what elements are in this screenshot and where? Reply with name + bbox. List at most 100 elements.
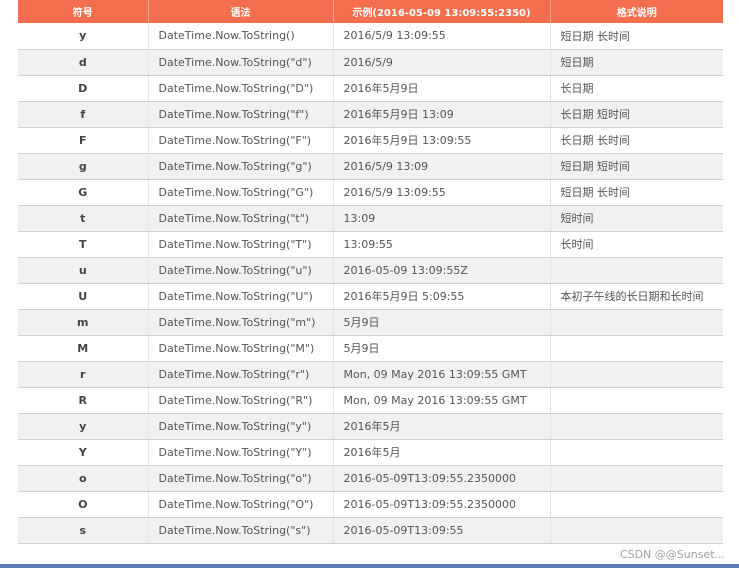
cell-syntax: DateTime.Now.ToString("f") (148, 101, 334, 128)
cell-symbol: U (18, 283, 149, 310)
cell-example: 2016年5月 (333, 439, 551, 466)
table-row: y DateTime.Now.ToString() 2016/5/9 13:09… (18, 23, 723, 50)
table-row: f DateTime.Now.ToString("f") 2016年5月9日 1… (18, 101, 723, 128)
cell-syntax: DateTime.Now.ToString() (148, 23, 334, 50)
cell-symbol: G (18, 179, 149, 206)
cell-example: 2016年5月9日 13:09:55 (333, 127, 551, 154)
cell-format: 短日期 短时间 (550, 153, 723, 180)
header-format: 格式说明 (550, 0, 723, 23)
cell-syntax: DateTime.Now.ToString("y") (148, 413, 334, 440)
table-row: t DateTime.Now.ToString("t") 13:09 短时间 (18, 205, 723, 232)
cell-example: 2016年5月 (333, 413, 551, 440)
cell-format (550, 361, 723, 388)
cell-example: 5月9日 (333, 335, 551, 362)
cell-symbol: d (18, 49, 149, 76)
table-row: U DateTime.Now.ToString("U") 2016年5月9日 5… (18, 283, 723, 310)
cell-example: 2016-05-09T13:09:55.2350000 (333, 465, 551, 492)
table-row: s DateTime.Now.ToString("s") 2016-05-09T… (18, 517, 723, 544)
cell-format (550, 413, 723, 440)
cell-syntax: DateTime.Now.ToString("D") (148, 75, 334, 102)
cell-syntax: DateTime.Now.ToString("R") (148, 387, 334, 414)
table-row: u DateTime.Now.ToString("u") 2016-05-09 … (18, 257, 723, 284)
table-row: G DateTime.Now.ToString("G") 2016/5/9 13… (18, 179, 723, 206)
cell-format: 短时间 (550, 205, 723, 232)
cell-syntax: DateTime.Now.ToString("U") (148, 283, 334, 310)
table-row: Y DateTime.Now.ToString("Y") 2016年5月 (18, 439, 723, 466)
cell-format (550, 491, 723, 518)
cell-format: 长时间 (550, 231, 723, 258)
cell-format: 短日期 (550, 49, 723, 76)
table-row: D DateTime.Now.ToString("D") 2016年5月9日 长… (18, 75, 723, 102)
cell-syntax: DateTime.Now.ToString("o") (148, 465, 334, 492)
cell-format: 长日期 短时间 (550, 101, 723, 128)
cell-syntax: DateTime.Now.ToString("g") (148, 153, 334, 180)
cell-example: 2016/5/9 13:09:55 (333, 179, 551, 206)
cell-symbol: f (18, 101, 149, 128)
cell-syntax: DateTime.Now.ToString("T") (148, 231, 334, 258)
header-example: 示例(2016-05-09 13:09:55:2350) (333, 0, 551, 23)
cell-format (550, 309, 723, 336)
cell-symbol: m (18, 309, 149, 336)
header-syntax: 语法 (148, 0, 334, 23)
cell-format (550, 517, 723, 544)
cell-format (550, 439, 723, 466)
cell-syntax: DateTime.Now.ToString("u") (148, 257, 334, 284)
cell-example: 2016年5月9日 (333, 75, 551, 102)
cell-symbol: O (18, 491, 149, 518)
cell-example: 2016/5/9 13:09:55 (333, 23, 551, 50)
csdn-watermark: CSDN @@Sunset... (619, 548, 725, 561)
cell-format (550, 465, 723, 492)
table-row: M DateTime.Now.ToString("M") 5月9日 (18, 335, 723, 362)
cell-symbol: F (18, 127, 149, 154)
cell-example: 2016-05-09T13:09:55 (333, 517, 551, 544)
table-row: y DateTime.Now.ToString("y") 2016年5月 (18, 413, 723, 440)
cell-symbol: Y (18, 439, 149, 466)
cell-syntax: DateTime.Now.ToString("F") (148, 127, 334, 154)
header-symbol: 符号 (18, 0, 149, 23)
cell-symbol: y (18, 413, 149, 440)
header-row: 符号 语法 示例(2016-05-09 13:09:55:2350) 格式说明 (18, 0, 723, 23)
cell-syntax: DateTime.Now.ToString("t") (148, 205, 334, 232)
cell-symbol: t (18, 205, 149, 232)
table-row: r DateTime.Now.ToString("r") Mon, 09 May… (18, 361, 723, 388)
cell-format (550, 257, 723, 284)
cell-example: 5月9日 (333, 309, 551, 336)
cell-symbol: R (18, 387, 149, 414)
table-header: 符号 语法 示例(2016-05-09 13:09:55:2350) 格式说明 (18, 0, 723, 23)
cell-example: 2016/5/9 (333, 49, 551, 76)
cell-syntax: DateTime.Now.ToString("r") (148, 361, 334, 388)
cell-symbol: D (18, 75, 149, 102)
cell-example: 2016-05-09 13:09:55Z (333, 257, 551, 284)
table-row: O DateTime.Now.ToString("O") 2016-05-09T… (18, 491, 723, 518)
table-row: d DateTime.Now.ToString("d") 2016/5/9 短日… (18, 49, 723, 76)
cell-symbol: u (18, 257, 149, 284)
cell-format: 短日期 长时间 (550, 179, 723, 206)
cell-symbol: s (18, 517, 149, 544)
cell-syntax: DateTime.Now.ToString("s") (148, 517, 334, 544)
cell-format: 长日期 长时间 (550, 127, 723, 154)
cell-symbol: o (18, 465, 149, 492)
cell-symbol: r (18, 361, 149, 388)
cell-format: 本初子午线的长日期和长时间 (550, 283, 723, 310)
cell-format (550, 335, 723, 362)
cell-symbol: T (18, 231, 149, 258)
cell-example: 2016/5/9 13:09 (333, 153, 551, 180)
datetime-format-table: 符号 语法 示例(2016-05-09 13:09:55:2350) 格式说明 … (18, 0, 723, 544)
cell-format (550, 387, 723, 414)
table-row: o DateTime.Now.ToString("o") 2016-05-09T… (18, 465, 723, 492)
cell-format: 长日期 (550, 75, 723, 102)
table-row: F DateTime.Now.ToString("F") 2016年5月9日 1… (18, 127, 723, 154)
cell-example: 2016年5月9日 13:09 (333, 101, 551, 128)
table-row: T DateTime.Now.ToString("T") 13:09:55 长时… (18, 231, 723, 258)
cell-syntax: DateTime.Now.ToString("G") (148, 179, 334, 206)
cell-syntax: DateTime.Now.ToString("Y") (148, 439, 334, 466)
bottom-bar (0, 564, 739, 568)
cell-symbol: y (18, 23, 149, 50)
table-row: m DateTime.Now.ToString("m") 5月9日 (18, 309, 723, 336)
cell-syntax: DateTime.Now.ToString("O") (148, 491, 334, 518)
cell-syntax: DateTime.Now.ToString("d") (148, 49, 334, 76)
table-row: R DateTime.Now.ToString("R") Mon, 09 May… (18, 387, 723, 414)
cell-symbol: M (18, 335, 149, 362)
cell-syntax: DateTime.Now.ToString("M") (148, 335, 334, 362)
cell-example: 13:09 (333, 205, 551, 232)
